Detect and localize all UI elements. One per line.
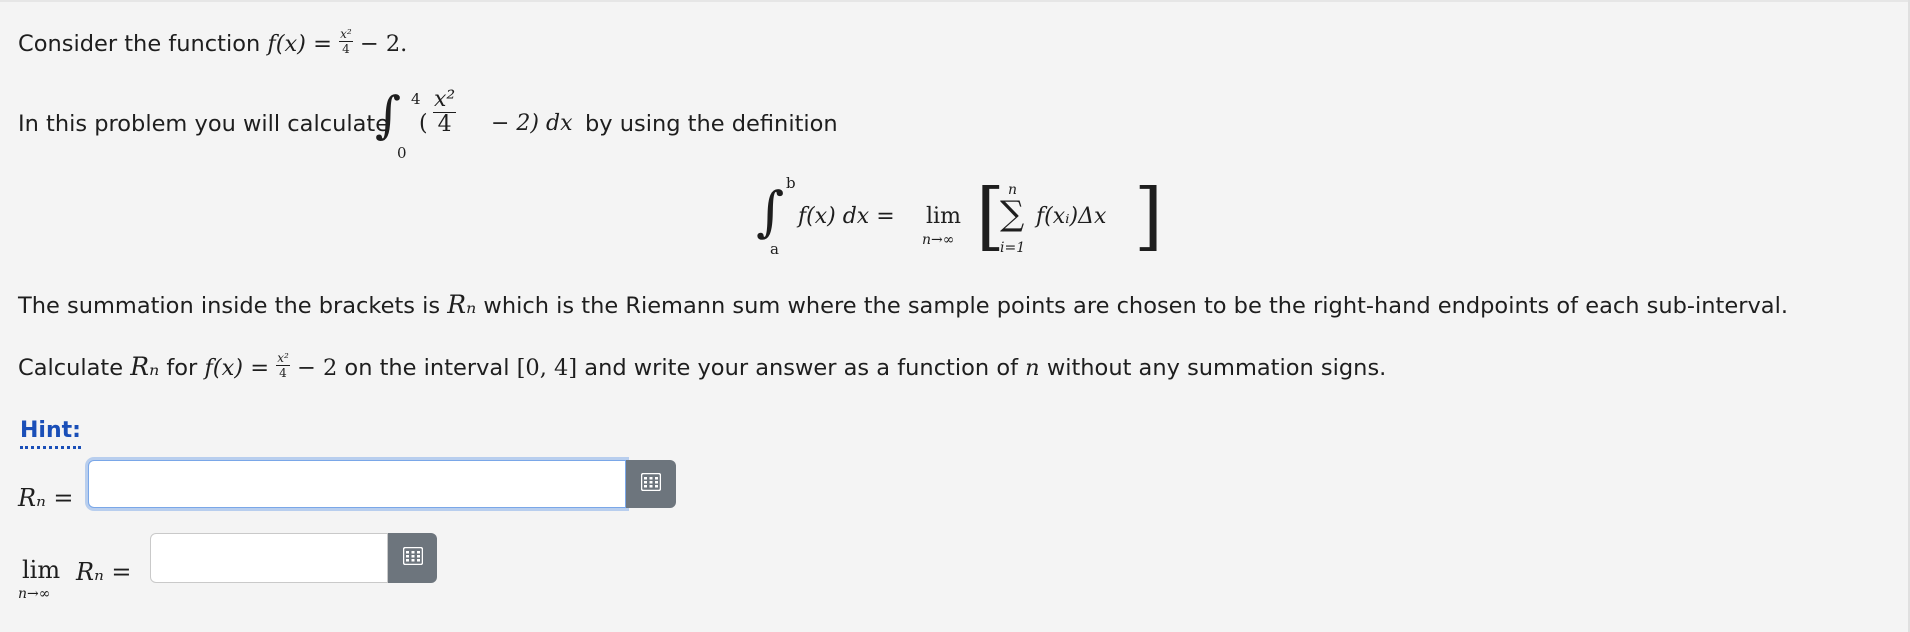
limit-lim: lim xyxy=(22,556,61,584)
hint-link[interactable]: Hint: xyxy=(20,418,81,449)
line1-fx: f(x) = xyxy=(267,31,332,57)
line4-for: for xyxy=(166,355,198,381)
def-lower-limit: a xyxy=(770,240,779,258)
problem-line-4: Calculate Rₙ for f(x) = x² 4 − 2 on the … xyxy=(18,352,1386,383)
limit-expr: Rₙ = xyxy=(76,558,132,586)
line2-num: x² xyxy=(433,87,457,113)
line4-mid: on the interval xyxy=(344,355,510,381)
def-lim-sub: n→∞ xyxy=(922,232,955,248)
problem-line-1: Consider the function f(x) = x² 4 − 2. xyxy=(18,28,408,59)
line1-tail: − 2. xyxy=(359,31,408,57)
top-border xyxy=(0,0,1910,2)
def-upper-limit: b xyxy=(786,174,796,192)
problem-line-3: The summation inside the brackets is Rₙ … xyxy=(18,290,1788,321)
def-integrand: f(x) dx = xyxy=(798,204,895,229)
line2-after: by using the definition xyxy=(585,111,838,137)
line4-den: 4 xyxy=(279,366,287,380)
line4-interval: [0, 4] xyxy=(516,355,578,381)
limit-label: lim n→∞ Rₙ = xyxy=(18,556,148,606)
limit-sub: n→∞ xyxy=(18,586,51,602)
line4-fx: f(x) = xyxy=(204,355,270,381)
line1-fraction: x² 4 xyxy=(339,28,353,55)
line1-text: Consider the function xyxy=(18,31,261,57)
line4-rn: Rₙ xyxy=(130,352,160,381)
rn-answer-input[interactable] xyxy=(88,460,626,508)
problem-line-2: In this problem you will calculate ∫ 4 0… xyxy=(18,86,838,162)
line2-integral: ∫ 4 0 ( x² 4 − 2) dx by using the defini… xyxy=(375,86,838,162)
definition-formula: ∫ b a f(x) dx = lim n→∞ [ n ∑ i=1 f(xᵢ)Δ… xyxy=(756,174,1163,268)
line4-end1: and write your answer as a function of xyxy=(584,355,1018,381)
def-lim: lim xyxy=(926,204,961,229)
line4-fraction: x² 4 xyxy=(276,352,290,379)
line2-text: In this problem you will calculate xyxy=(18,111,390,137)
grid-icon xyxy=(640,472,662,495)
line3-rn: Rₙ xyxy=(447,290,477,319)
line2-fraction: x² 4 xyxy=(433,87,457,137)
rn-grid-button[interactable] xyxy=(626,460,676,508)
line3-post: which is the Riemann sum where the sampl… xyxy=(483,293,1788,319)
line4-n: n xyxy=(1025,355,1040,381)
line1-num: x² xyxy=(339,27,353,42)
open-paren: ( xyxy=(419,111,428,136)
rn-label: Rₙ = xyxy=(18,484,74,512)
line4-pre: Calculate xyxy=(18,355,124,381)
limit-grid-button[interactable] xyxy=(388,533,437,583)
line2-den: 4 xyxy=(437,112,452,137)
def-sum-body: f(xᵢ)Δx xyxy=(1036,204,1107,229)
line2-lower-limit: 0 xyxy=(397,144,407,162)
line4-num: x² xyxy=(276,351,290,366)
limit-answer-input[interactable] xyxy=(150,533,388,583)
line2-tail: − 2) dx xyxy=(491,111,573,136)
line4-minus: − 2 xyxy=(296,355,338,381)
def-sum-lower: i=1 xyxy=(1000,240,1026,256)
line3-pre: The summation inside the brackets is xyxy=(18,293,441,319)
sigma: ∑ xyxy=(1000,194,1025,234)
grid-icon xyxy=(402,546,423,569)
line1-den: 4 xyxy=(342,42,350,56)
right-bracket: ] xyxy=(1134,173,1163,259)
line4-end2: without any summation signs. xyxy=(1046,355,1387,381)
